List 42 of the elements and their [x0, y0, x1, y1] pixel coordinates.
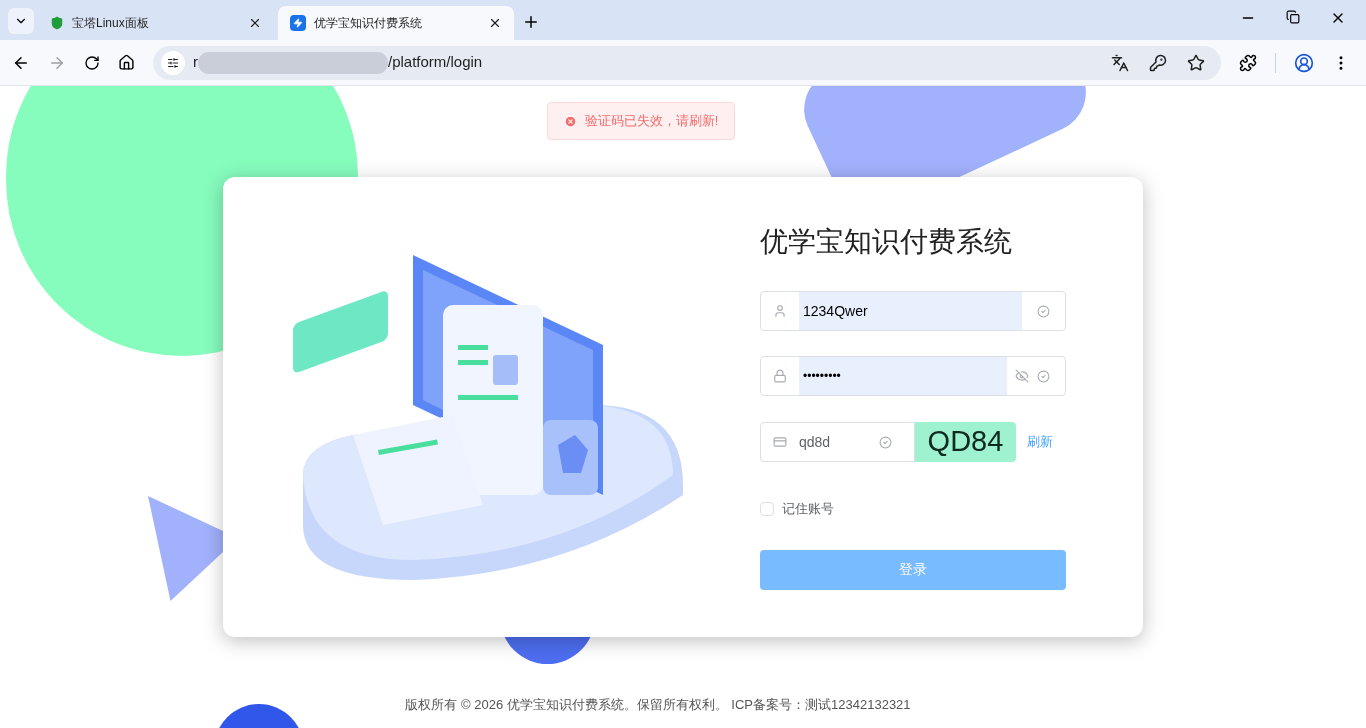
key-icon[interactable]	[1149, 53, 1167, 72]
tab-title: 优学宝知识付费系统	[314, 15, 423, 32]
url-path: /platform/login	[388, 52, 483, 73]
site-settings-icon[interactable]	[161, 50, 185, 75]
check-icon	[879, 435, 892, 449]
close-icon[interactable]	[488, 16, 502, 30]
password-field[interactable]: •••••••••	[760, 356, 1066, 396]
error-icon	[563, 114, 577, 128]
remember-label: 记住账号	[782, 500, 834, 518]
tab-title: 宝塔Linux面板	[72, 15, 150, 32]
browser-tab[interactable]: 宝塔Linux面板	[38, 6, 274, 40]
close-icon[interactable]	[248, 16, 262, 30]
password-input[interactable]: •••••••••	[799, 357, 1007, 395]
lock-icon	[773, 369, 787, 383]
toast-message: 验证码已失效，请刷新!	[584, 112, 719, 131]
shield-icon	[50, 16, 64, 30]
card-icon	[773, 435, 787, 449]
tab-list-button[interactable]	[8, 8, 34, 34]
login-title: 优学宝知识付费系统	[760, 225, 1013, 259]
footer-text: 版权所有 © 2026 优学宝知识付费系统。保留所有权利。 ICP备案号：测试12342132321	[405, 695, 911, 714]
extensions-icon[interactable]	[1239, 53, 1257, 72]
user-icon	[773, 304, 787, 318]
captcha-image[interactable]: QD84	[915, 422, 1016, 462]
captcha-field[interactable]: qd8d	[760, 422, 915, 462]
username-input[interactable]: 1234Qwer	[799, 292, 1022, 330]
check-icon	[1037, 304, 1050, 318]
address-bar[interactable]: r /platform/login	[153, 45, 1221, 80]
new-tab-icon[interactable]	[522, 13, 540, 31]
remember-checkbox[interactable]: 记住账号	[760, 499, 1066, 519]
captcha-input[interactable]: qd8d	[799, 423, 879, 461]
restore-icon[interactable]	[1286, 10, 1300, 24]
translate-icon[interactable]	[1111, 53, 1129, 72]
username-field[interactable]: 1234Qwer	[760, 291, 1066, 331]
check-icon	[1037, 369, 1050, 383]
star-icon[interactable]	[1187, 53, 1205, 72]
reload-icon[interactable]	[84, 54, 100, 71]
bolt-icon	[290, 15, 306, 31]
browser-tab[interactable]: 优学宝知识付费系统	[278, 6, 514, 40]
profile-icon[interactable]	[1294, 52, 1314, 73]
checkbox-box[interactable]	[760, 501, 774, 516]
url-prefix: r	[193, 52, 198, 73]
home-icon[interactable]	[118, 54, 135, 71]
